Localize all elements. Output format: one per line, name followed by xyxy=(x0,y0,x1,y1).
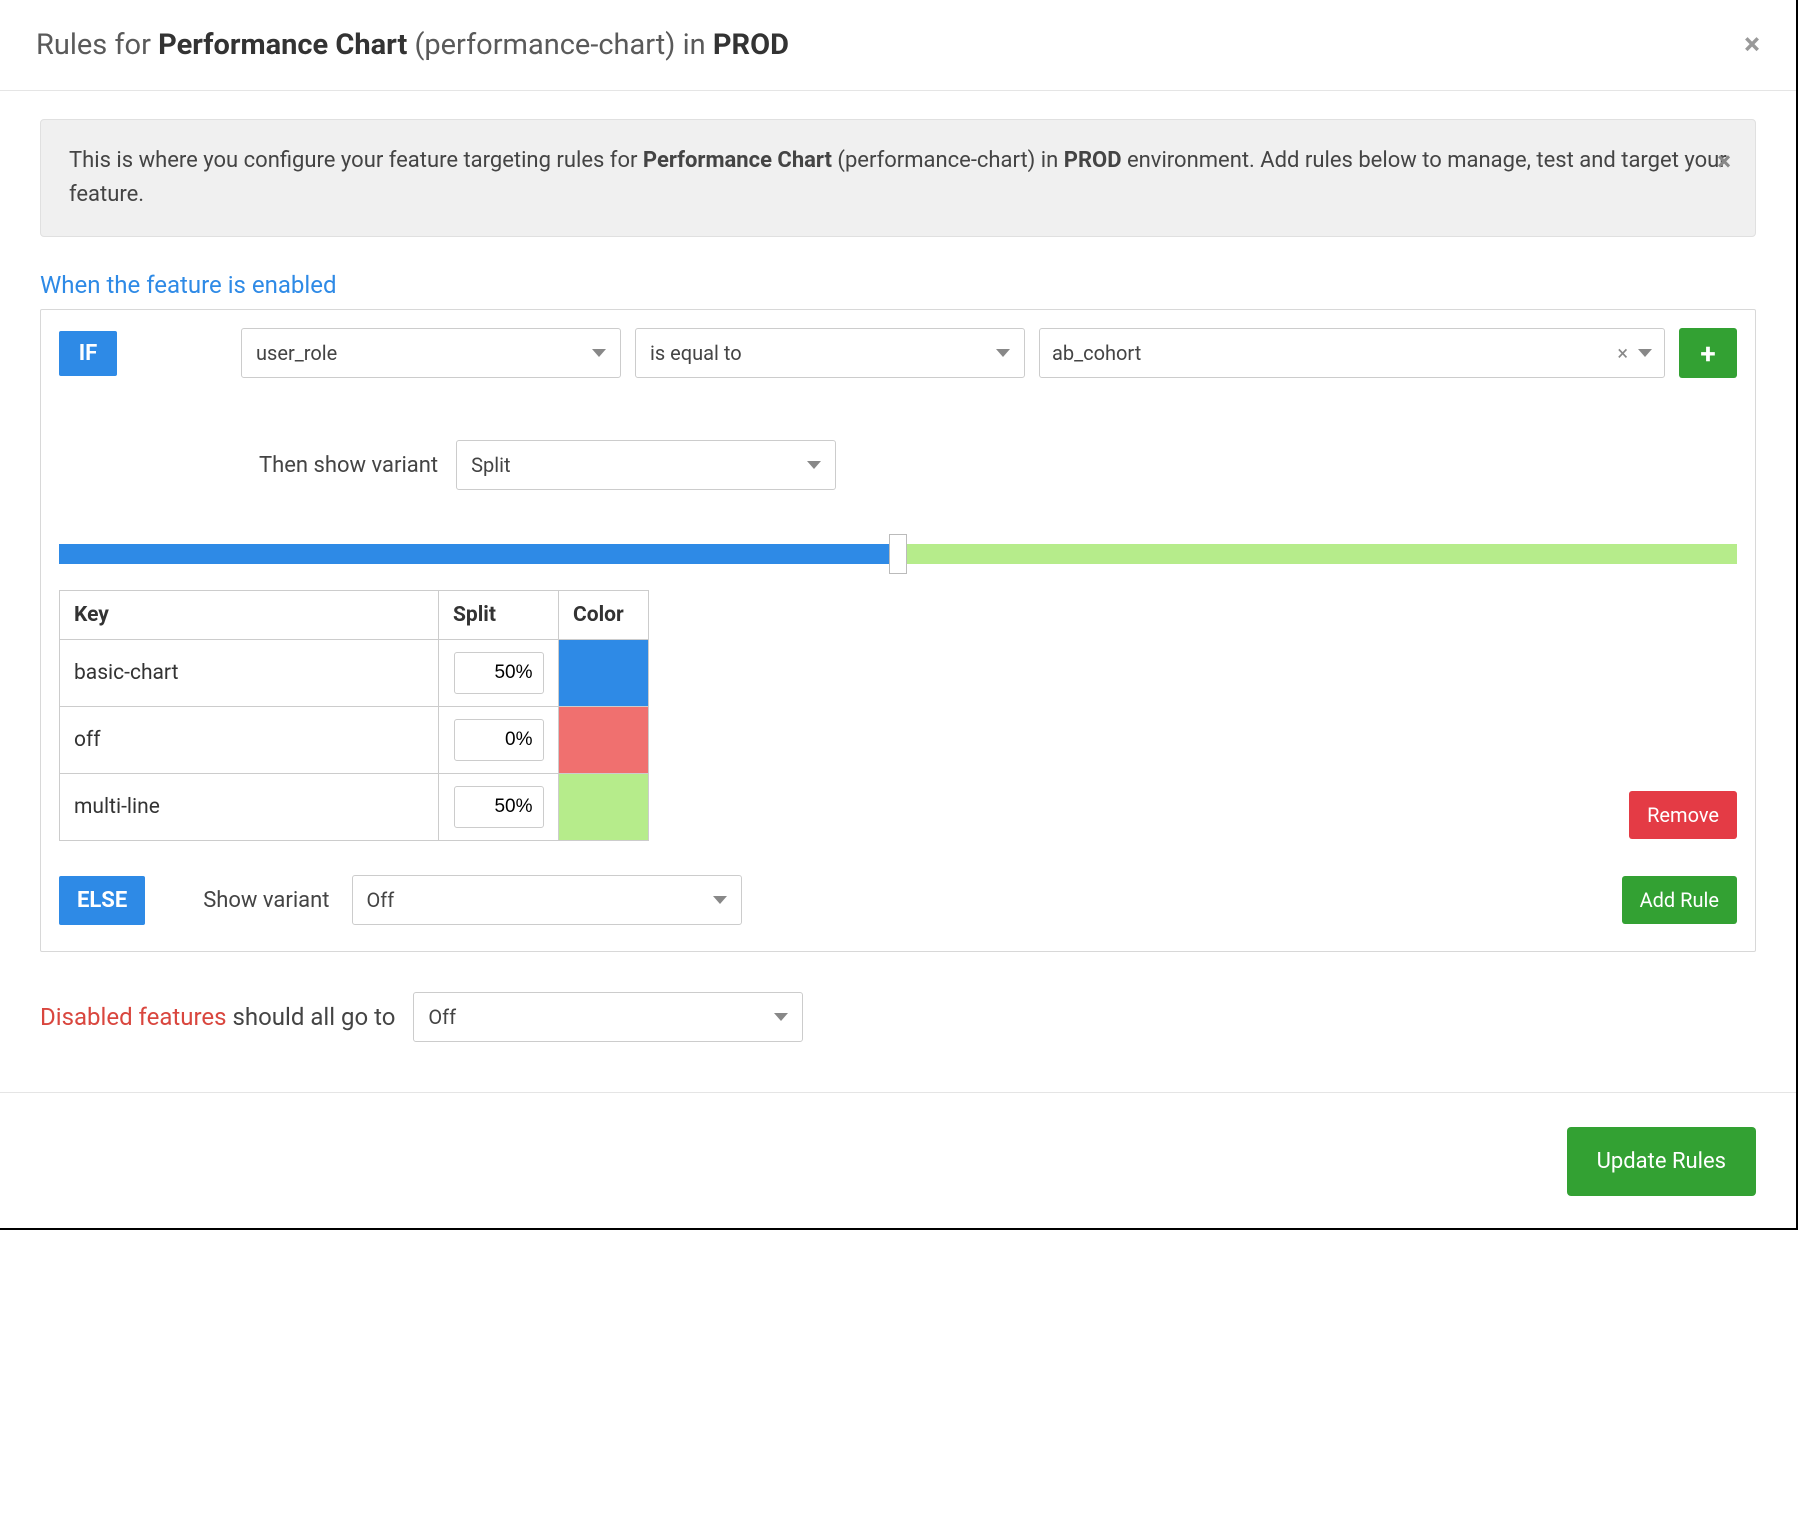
chevron-down-icon xyxy=(807,461,821,469)
close-icon[interactable]: × xyxy=(1744,30,1760,60)
cell-key: multi-line xyxy=(60,774,439,841)
then-row: Then show variant Split xyxy=(259,440,1737,490)
split-input[interactable] xyxy=(454,786,544,828)
else-variant-select[interactable]: Off xyxy=(352,875,742,925)
split-slider[interactable] xyxy=(59,544,1737,564)
slider-handle[interactable] xyxy=(889,534,907,574)
if-badge: IF xyxy=(59,331,117,376)
disabled-features-row: Disabled features should all go to Off xyxy=(40,992,1756,1042)
disabled-red: Disabled features xyxy=(40,1003,227,1031)
remove-rule-button[interactable]: Remove xyxy=(1629,791,1737,839)
add-condition-button[interactable]: + xyxy=(1679,328,1737,378)
table-row: basic-chart xyxy=(60,640,649,707)
rule-container: IF user_role is equal to ab_cohort × + T… xyxy=(40,309,1756,952)
disabled-variant-select[interactable]: Off xyxy=(413,992,803,1042)
add-rule-button[interactable]: Add Rule xyxy=(1622,876,1737,924)
else-variant-value: Off xyxy=(367,888,395,912)
cell-key: basic-chart xyxy=(60,640,439,707)
section-enabled-title: When the feature is enabled xyxy=(40,271,1756,299)
title-prefix: Rules for xyxy=(36,28,158,62)
split-table: Key Split Color basic-chart off xyxy=(59,590,649,841)
chevron-down-icon xyxy=(774,1013,788,1021)
variant-mode-select[interactable]: Split xyxy=(456,440,836,490)
chevron-down-icon xyxy=(996,349,1010,357)
split-input[interactable] xyxy=(454,652,544,694)
value-tag: ab_cohort xyxy=(1052,341,1617,365)
chevron-down-icon xyxy=(713,896,727,904)
banner-mid: (performance-chart) in xyxy=(832,148,1064,173)
col-color: Color xyxy=(559,591,649,640)
title-feature: Performance Chart xyxy=(158,28,407,62)
variant-mode-value: Split xyxy=(471,453,510,477)
attribute-select[interactable]: user_role xyxy=(241,328,621,378)
color-swatch xyxy=(559,707,648,773)
chevron-down-icon xyxy=(1638,349,1652,357)
color-swatch xyxy=(559,774,648,840)
split-table-row: Key Split Color basic-chart off xyxy=(59,564,1737,841)
table-row: off xyxy=(60,707,649,774)
banner-feature: Performance Chart xyxy=(643,148,832,173)
table-row: multi-line xyxy=(60,774,649,841)
else-row: ELSE Show variant Off Add Rule xyxy=(59,875,1737,925)
operator-select[interactable]: is equal to xyxy=(635,328,1025,378)
split-input[interactable] xyxy=(454,719,544,761)
clear-value-icon[interactable]: × xyxy=(1617,341,1628,365)
cell-key: off xyxy=(60,707,439,774)
col-key: Key xyxy=(60,591,439,640)
disabled-variant-value: Off xyxy=(428,1005,456,1029)
update-rules-button[interactable]: Update Rules xyxy=(1567,1127,1756,1196)
attribute-value: user_role xyxy=(256,341,337,365)
banner-pre: This is where you configure your feature… xyxy=(69,148,643,173)
modal-header: Rules for Performance Chart (performance… xyxy=(0,0,1796,91)
modal-title: Rules for Performance Chart (performance… xyxy=(36,28,789,62)
else-badge: ELSE xyxy=(59,876,145,925)
condition-row: IF user_role is equal to ab_cohort × + xyxy=(59,328,1737,378)
modal-body: This is where you configure your feature… xyxy=(0,91,1796,1052)
color-swatch xyxy=(559,640,648,706)
col-split: Split xyxy=(439,591,559,640)
banner-env: PROD xyxy=(1064,148,1122,173)
info-banner: This is where you configure your feature… xyxy=(40,119,1756,237)
disabled-rest: should all go to xyxy=(227,1003,396,1031)
title-slug: (performance-chart) in xyxy=(407,28,713,62)
value-multiselect[interactable]: ab_cohort × xyxy=(1039,328,1665,378)
title-env: PROD xyxy=(713,28,789,62)
slider-segment-multi-line xyxy=(898,544,1737,564)
slider-segment-basic-chart xyxy=(59,544,898,564)
dismiss-banner-icon[interactable]: × xyxy=(1717,142,1731,182)
rules-modal: Rules for Performance Chart (performance… xyxy=(0,0,1798,1230)
else-show-label: Show variant xyxy=(203,888,329,913)
operator-value: is equal to xyxy=(650,341,742,365)
modal-footer: Update Rules xyxy=(0,1092,1796,1216)
then-label: Then show variant xyxy=(259,453,438,478)
chevron-down-icon xyxy=(592,349,606,357)
